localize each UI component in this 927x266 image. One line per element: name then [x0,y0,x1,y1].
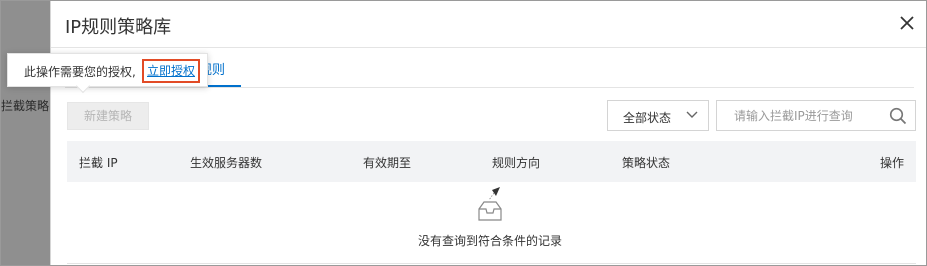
background-partial-text: 拦截策略 [1,99,50,113]
tooltip-text: 此操作需要您的授权, [24,65,136,79]
empty-inbox-icon [478,187,502,221]
column-header-ip: 拦截 IP [79,156,118,170]
search-box [716,100,916,131]
close-icon [900,16,914,30]
table-bottom-line [67,263,916,264]
search-icon[interactable] [889,107,907,125]
screenshot-frame: 拦截策略 IP规则策略库 规则 新建策略 全部状态 请输入拦截IP进行查询 拦截… [0,0,927,266]
column-header-status: 策略状态 [622,156,671,170]
column-header-direction: 规则方向 [492,156,541,170]
status-select-value: 全部状态 [623,111,672,125]
column-header-expiry: 有效期至 [363,156,412,170]
authorize-now-link[interactable]: 立即授权 [142,59,201,83]
search-input[interactable] [717,101,882,130]
empty-state-text: 没有查询到符合条件的记录 [418,234,563,248]
table-header: 拦截 IP 生效服务器数 有效期至 规则方向 策略状态 操作 [67,141,916,182]
status-select[interactable]: 全部状态 [607,100,709,131]
close-button[interactable] [896,12,918,34]
policy-library-dialog: IP规则策略库 规则 新建策略 全部状态 拦截 IP [50,1,926,265]
chevron-down-icon [686,111,698,118]
title-divider [51,47,926,48]
tabs-divider [65,87,914,88]
page-backdrop: 拦截策略 [1,1,50,265]
column-header-servers: 生效服务器数 [190,156,263,170]
new-policy-button[interactable]: 新建策略 [67,102,149,130]
column-header-actions: 操作 [880,156,905,170]
authorization-tooltip: 此操作需要您的授权, 立即授权 [7,53,208,87]
dialog-title: IP规则策略库 [65,17,172,38]
